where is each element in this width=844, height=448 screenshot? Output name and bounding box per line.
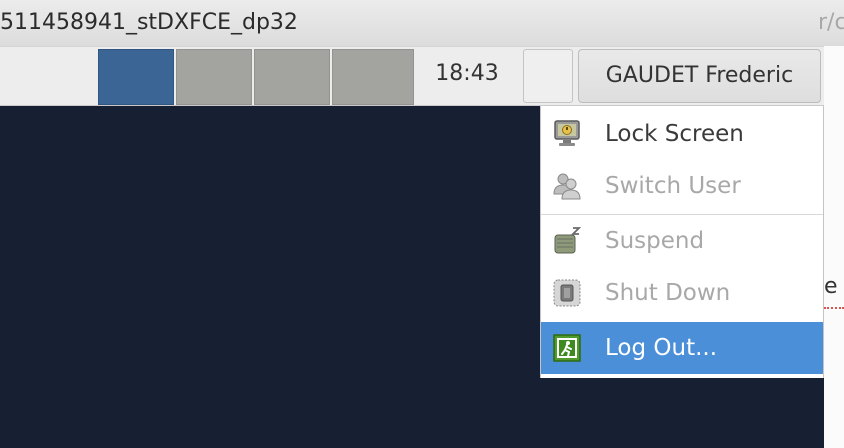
switch-user-icon: [551, 170, 583, 202]
menu-item-label: Shut Down: [605, 280, 731, 306]
menu-item-suspend[interactable]: Suspend: [541, 215, 823, 267]
top-panel: 18:43 GAUDET Frederic: [0, 46, 824, 106]
shutdown-icon: [551, 277, 583, 309]
lock-screen-icon: [551, 118, 583, 150]
menu-bottom-edge: [541, 374, 823, 378]
menu-item-label: Suspend: [605, 228, 705, 254]
spellcheck-underline: [824, 307, 844, 309]
menu-item-label: Lock Screen: [605, 121, 744, 147]
window-titlebar[interactable]: 511458941_stDXFCE_dp32 r/c: [0, 0, 844, 46]
workspace-3[interactable]: [254, 49, 330, 105]
background-window-text: e: [824, 274, 838, 299]
menu-item-label: Log Out...: [605, 335, 718, 361]
menu-item-label: Switch User: [605, 173, 741, 199]
workspace-1[interactable]: [98, 49, 174, 105]
user-actions-menu: Lock Screen Switch User Suspend Shut Dow…: [540, 106, 824, 378]
user-actions-button[interactable]: GAUDET Frederic: [578, 49, 821, 103]
menu-item-lock-screen[interactable]: Lock Screen: [541, 108, 823, 160]
workspace-4[interactable]: [332, 49, 414, 105]
menu-item-shut-down[interactable]: Shut Down: [541, 267, 823, 319]
background-window-edge: [824, 46, 844, 448]
workspace-2[interactable]: [176, 49, 252, 105]
suspend-icon: [551, 225, 583, 257]
tray-slot[interactable]: [523, 49, 573, 103]
menu-item-log-out[interactable]: Log Out...: [541, 322, 823, 374]
window-title-fragment: r/c: [818, 10, 844, 35]
logout-icon: [551, 332, 583, 364]
panel-clock[interactable]: 18:43: [420, 61, 514, 86]
menu-item-switch-user[interactable]: Switch User: [541, 160, 823, 212]
window-title: 511458941_stDXFCE_dp32: [0, 10, 298, 35]
